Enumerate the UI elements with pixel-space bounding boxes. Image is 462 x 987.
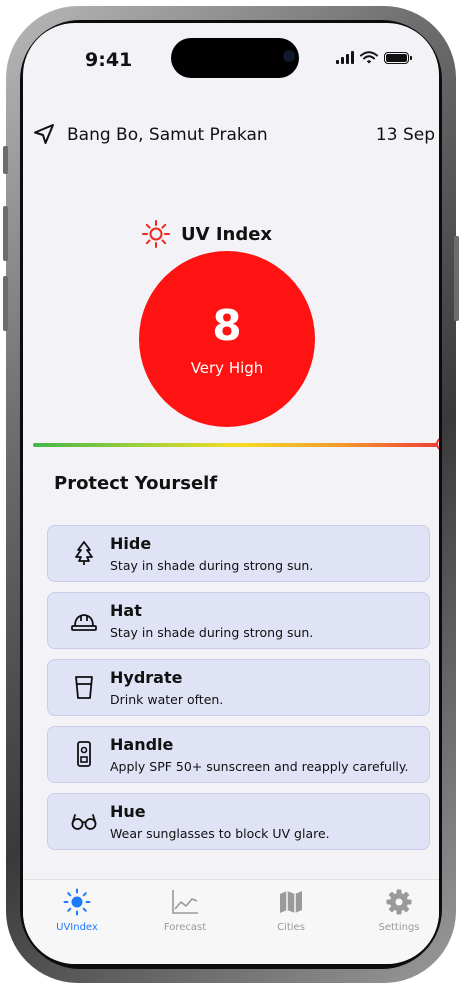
location-label[interactable]: Bang Bo, Samut Prakan [67, 125, 268, 145]
tip-card-hydrate[interactable]: Hydrate Drink water often. [47, 659, 430, 716]
tab-bar: UVIndex Forecast Cities Settings [23, 879, 439, 964]
tip-title: Hue [110, 802, 146, 821]
tip-description: Stay in shade during strong sun. [110, 558, 314, 573]
uv-scale-bar [33, 443, 439, 447]
dynamic-island [171, 38, 299, 78]
uv-index-value: 8 [212, 301, 242, 350]
tip-description: Apply SPF 50+ sunscreen and reapply care… [110, 759, 409, 774]
uv-index-circle: 8 Very High [139, 251, 315, 427]
tab-label: Forecast [163, 922, 207, 933]
date-label: 13 Sep [375, 125, 435, 145]
tab-forecast[interactable]: Forecast [145, 888, 225, 933]
uv-scale-marker [436, 437, 439, 451]
header: Bang Bo, Samut Prakan 13 Sep [23, 123, 439, 147]
tab-uvindex[interactable]: UVIndex [37, 888, 117, 933]
tip-title: Hydrate [110, 668, 183, 687]
tip-description: Stay in shade during strong sun. [110, 625, 314, 640]
tip-title: Hat [110, 601, 142, 620]
tip-card-handle[interactable]: Handle Apply SPF 50+ sunscreen and reapp… [47, 726, 430, 783]
sunscreen-bottle-icon [77, 741, 91, 767]
tip-card-hide[interactable]: Hide Stay in shade during strong sun. [47, 525, 430, 582]
app-screen: 9:41 Bang Bo, Samut Prakan 13 Sep UV Ind… [23, 23, 439, 964]
status-time: 9:41 [85, 49, 133, 71]
sun-icon [63, 888, 91, 916]
action-button [3, 146, 8, 174]
power-button [454, 236, 459, 321]
tab-cities[interactable]: Cities [251, 888, 331, 933]
volume-down-button [3, 276, 8, 331]
status-icons [336, 51, 412, 64]
tip-card-hat[interactable]: Hat Stay in shade during strong sun. [47, 592, 430, 649]
tab-label: Settings [378, 922, 420, 933]
sunglasses-icon [71, 814, 97, 830]
tip-title: Hide [110, 534, 152, 553]
location-arrow-icon[interactable] [33, 123, 55, 145]
status-bar: 9:41 [23, 23, 439, 93]
gear-icon [386, 889, 412, 915]
volume-up-button [3, 206, 8, 261]
tip-card-hue[interactable]: Hue Wear sunglasses to block UV glare. [47, 793, 430, 850]
tip-description: Drink water often. [110, 692, 224, 707]
tab-label: UVIndex [56, 922, 98, 933]
tip-title: Handle [110, 735, 174, 754]
chart-icon [172, 890, 198, 914]
tab-label: Cities [277, 922, 305, 933]
protect-section-title: Protect Yourself [54, 473, 218, 494]
hard-hat-icon [71, 614, 97, 631]
glass-icon [75, 676, 93, 699]
sun-icon [142, 220, 170, 248]
map-icon [280, 891, 302, 913]
signal-icon [336, 51, 354, 64]
protect-tips-list: Hide Stay in shade during strong sun. Ha… [47, 525, 430, 860]
wifi-icon [360, 51, 378, 64]
tip-description: Wear sunglasses to block UV glare. [110, 826, 330, 841]
uv-title: UV Index [181, 223, 273, 245]
battery-icon [384, 51, 412, 64]
camera-icon [283, 50, 295, 62]
uv-title-row: UV Index [141, 219, 272, 249]
tab-settings[interactable]: Settings [359, 888, 439, 933]
tree-icon [75, 541, 93, 565]
uv-level-label: Very High [190, 359, 264, 377]
